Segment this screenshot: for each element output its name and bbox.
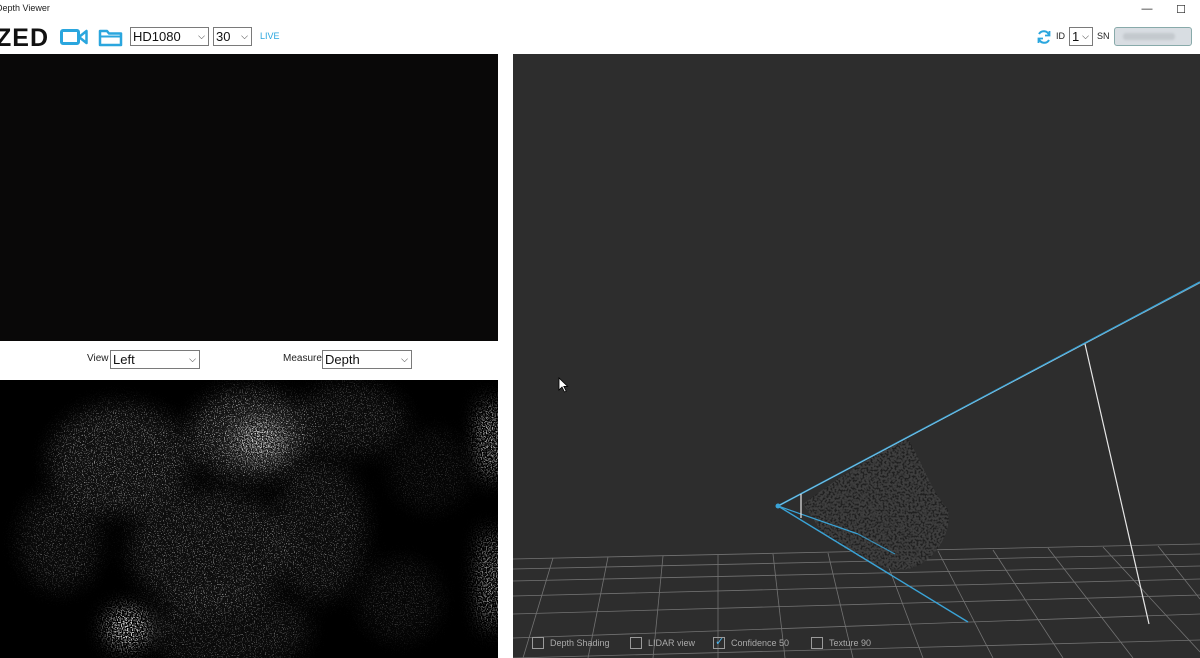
checkbox-box[interactable]: ✓: [713, 636, 725, 649]
confidence-checkbox[interactable]: ✓ Confidence 50: [713, 636, 790, 649]
folder-icon[interactable]: [98, 27, 123, 52]
fps-select[interactable]: 30 ⌵: [213, 27, 252, 46]
point-cloud: [803, 439, 949, 570]
minimize-button[interactable]: —: [1130, 0, 1164, 18]
point-cloud-3d-view[interactable]: [513, 54, 1200, 658]
live-status: LIVE: [260, 31, 280, 41]
checkbox-box[interactable]: [630, 637, 642, 649]
zed-logo: ZED: [0, 24, 49, 52]
depth-shading-checkbox[interactable]: Depth Shading: [532, 637, 610, 649]
lidar-view-checkbox[interactable]: LIDAR view: [630, 637, 695, 649]
serial-number-field[interactable]: [1114, 27, 1192, 46]
window-title: Depth Viewer: [0, 3, 50, 13]
camera-frustum: [775, 281, 1200, 625]
checkbox-box[interactable]: [811, 637, 823, 649]
view-select[interactable]: Left ⌵: [110, 350, 200, 369]
measure-label: Measure: [283, 353, 322, 364]
maximize-button[interactable]: ☐: [1164, 0, 1198, 18]
texture-checkbox[interactable]: Texture 90: [811, 637, 871, 649]
checkmark-icon: ✓: [715, 636, 725, 648]
checkbox-label: Texture 90: [829, 638, 872, 648]
checkbox-label: LIDAR view: [648, 638, 696, 648]
chevron-down-icon: ⌵: [198, 31, 205, 41]
mouse-cursor-icon: [558, 377, 569, 393]
chevron-down-icon: ⌵: [189, 354, 196, 364]
id-select[interactable]: 1 ⌵: [1069, 27, 1093, 46]
resolution-value: HD1080: [133, 29, 181, 44]
id-value: 1: [1072, 29, 1080, 44]
checkbox-box[interactable]: [532, 637, 544, 649]
chevron-down-icon: ⌵: [401, 354, 408, 364]
resolution-select[interactable]: HD1080 ⌵: [130, 27, 209, 46]
view-label: View: [87, 353, 109, 364]
chevron-down-icon: ⌵: [241, 31, 248, 41]
measure-select[interactable]: Depth ⌵: [322, 350, 412, 369]
checkbox-label: Confidence 50: [731, 638, 790, 648]
sn-label: SN: [1097, 31, 1110, 41]
view-controls-bar: [0, 341, 498, 380]
refresh-icon[interactable]: [1036, 29, 1052, 50]
chevron-down-icon: ⌵: [1082, 31, 1089, 41]
measure-select-value: Depth: [325, 352, 360, 367]
title-bar: Depth Viewer — ☐: [0, 0, 1200, 18]
view-select-value: Left: [113, 352, 135, 367]
depth-map-noise: [0, 380, 498, 658]
video-camera-icon[interactable]: [60, 27, 88, 52]
depth-map-view[interactable]: [0, 380, 498, 658]
left-image-view[interactable]: [0, 54, 498, 341]
redacted-serial: [1123, 33, 1175, 40]
fps-value: 30: [216, 29, 231, 44]
id-label: ID: [1056, 31, 1065, 41]
point-cloud-scene: [513, 281, 1200, 658]
panel-divider[interactable]: [498, 54, 513, 658]
checkbox-label: Depth Shading: [550, 638, 610, 648]
